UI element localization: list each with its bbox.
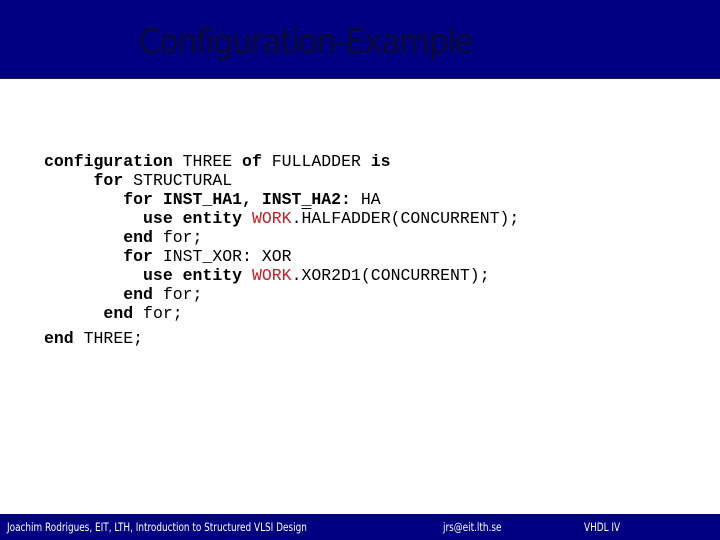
code-keyword: end [103, 304, 134, 323]
code-line: for INST_HA1, INST_HA2: HA [44, 190, 519, 209]
code-line: use entity WORK.XOR2D1(CONCURRENT); [44, 266, 519, 285]
footer-bar: Joachim Rodrigues, EIT, LTH, Introductio… [0, 514, 720, 540]
footer-author: Joachim Rodrigues, EIT, LTH, Introductio… [7, 520, 307, 534]
code-text: INST_XOR: XOR [152, 247, 292, 266]
code-keyword: for [123, 247, 153, 266]
code-keyword: end [123, 285, 153, 304]
footer-email: jrs@eit.lth.se [443, 520, 502, 534]
code-keyword: for [93, 171, 124, 190]
code-text: for; [133, 304, 183, 323]
code-line: end THREE; [44, 329, 519, 348]
footer-course: VHDL IV [584, 520, 621, 534]
code-line: configuration THREE of FULLADDER is [44, 152, 519, 171]
code-text: for; [152, 285, 203, 304]
code-keyword: for INST_HA1, INST_HA2: [123, 190, 351, 209]
slide-title: Configuration-Example [139, 22, 474, 62]
code-text: .XOR2D1(CONCURRENT); [291, 266, 490, 285]
code-line: for STRUCTURAL [44, 171, 519, 190]
code-text: STRUCTURAL [123, 171, 233, 190]
code-text: ALFADDER(CONCURRENT); [311, 209, 520, 228]
code-text: THREE; [73, 329, 144, 348]
title-bar: Configuration-Example [0, 0, 720, 79]
code-text: HA [350, 190, 381, 209]
code-library: WORK [251, 209, 292, 228]
code-keyword: end [123, 228, 153, 247]
code-line: for INST_XOR: XOR [44, 247, 519, 266]
code-text: for; [152, 228, 203, 247]
code-line: use entity WORK.HALFADDER(CONCURRENT); [44, 209, 519, 228]
code-text: FULLADDER [261, 152, 371, 171]
code-text: . [291, 209, 302, 228]
code-keyword: end [44, 329, 74, 348]
code-block: configuration THREE of FULLADDER is for … [44, 152, 519, 348]
code-line: end for; [44, 285, 519, 304]
code-library: WORK [251, 266, 292, 285]
code-text: THREE [172, 152, 243, 171]
code-line: end for; [44, 228, 519, 247]
code-keyword: use entity [143, 209, 243, 228]
code-keyword: of [242, 152, 262, 171]
code-line: end for; [44, 304, 519, 323]
code-keyword: configuration [44, 152, 173, 171]
code-keyword: use entity [143, 266, 243, 285]
code-text: H [301, 209, 312, 228]
code-keyword: is [370, 152, 391, 171]
